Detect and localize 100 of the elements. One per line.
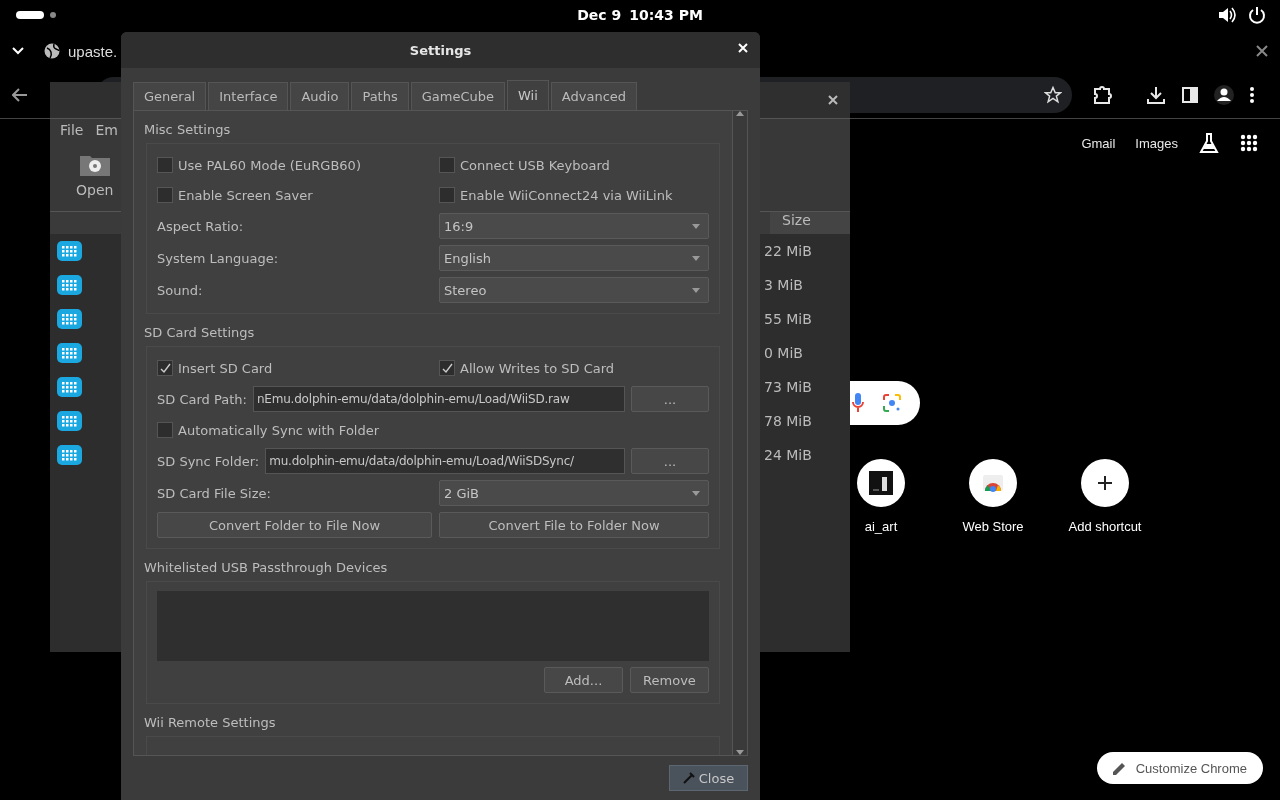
tab[interactable]: Wii <box>507 80 549 110</box>
checkbox[interactable] <box>439 360 455 376</box>
checkbox-label[interactable]: Use PAL60 Mode (EuRGB60) <box>178 157 361 173</box>
menu-item[interactable]: Em <box>95 122 118 138</box>
dropdown[interactable]: English <box>439 245 709 271</box>
dropdown[interactable]: Stereo <box>439 277 709 303</box>
tab[interactable]: Interface <box>208 82 289 110</box>
convert-button[interactable]: Convert File to Folder Now <box>439 512 709 538</box>
group-title: Wii Remote Settings <box>144 714 277 732</box>
field-label: System Language: <box>157 250 280 266</box>
date[interactable]: Dec 9 <box>577 7 622 23</box>
checkbox-label[interactable]: Connect USB Keyboard <box>460 157 610 173</box>
grid-icon <box>57 445 82 465</box>
group-title: SD Card Settings <box>144 324 256 342</box>
column-header[interactable]: Size <box>770 212 850 234</box>
power-icon[interactable] <box>1248 6 1266 24</box>
dropdown-arrow-icon <box>692 223 700 229</box>
field-label: Aspect Ratio: <box>157 218 245 234</box>
chevron-down-icon[interactable] <box>12 47 24 55</box>
dropdown-arrow-icon <box>692 490 700 496</box>
shortcut-label: ai_art <box>864 519 898 534</box>
group-title: Misc Settings <box>144 121 232 139</box>
plus-icon <box>1098 476 1112 490</box>
dropdown[interactable]: 16:9 <box>439 213 709 239</box>
checkbox[interactable] <box>157 360 173 376</box>
checkbox-label[interactable]: Allow Writes to SD Card <box>460 360 615 376</box>
dropdown-arrow-icon <box>692 287 700 293</box>
tool-icon <box>682 772 695 784</box>
sidebar-icon[interactable] <box>1182 87 1198 103</box>
group-title: Whitelisted USB Passthrough Devices <box>144 559 389 577</box>
checkbox-label[interactable]: Enable Screen Saver <box>178 187 313 203</box>
checkbox[interactable] <box>157 157 173 173</box>
checkbox[interactable] <box>157 187 173 203</box>
checkbox-label[interactable]: Automatically Sync with Folder <box>178 422 380 438</box>
checkbox-label[interactable]: Insert SD Card <box>178 360 273 376</box>
grid-icon <box>57 275 82 295</box>
shortcut-label: Web Store <box>962 519 1024 534</box>
path-field[interactable]: mu.dolphin-emu/data/dolphin-emu/Load/WiiSDSync/ <box>265 448 625 474</box>
store-icon <box>982 474 1004 492</box>
shortcut-tile[interactable] <box>1081 459 1129 507</box>
open-button[interactable]: Open <box>70 141 120 211</box>
profile-icon[interactable] <box>1214 85 1234 105</box>
browser-tab[interactable]: upaste. <box>44 42 118 60</box>
shortcut-label: Add shortcut <box>1068 519 1142 534</box>
pencil-icon <box>1112 761 1126 775</box>
browse-button[interactable]: ... <box>631 448 709 474</box>
shortcut-tile[interactable] <box>857 459 905 507</box>
customize-button[interactable]: Customize Chrome <box>1096 752 1263 784</box>
grid-icon <box>57 309 82 329</box>
checkbox[interactable] <box>439 187 455 203</box>
camera-search-icon[interactable] <box>882 393 902 413</box>
window-title: Settings <box>409 42 472 58</box>
star-icon[interactable] <box>1044 86 1062 104</box>
grid-icon <box>57 411 82 431</box>
menu-item[interactable]: File <box>60 122 84 138</box>
tab[interactable]: Audio <box>290 82 350 110</box>
tab[interactable]: Paths <box>351 82 409 110</box>
apps-grid-icon[interactable] <box>1240 134 1258 152</box>
volume-icon[interactable] <box>1218 6 1236 24</box>
checkbox[interactable] <box>157 422 173 438</box>
checkbox-label[interactable]: Enable WiiConnect24 via WiiLink <box>460 187 673 203</box>
flask-icon[interactable] <box>1198 132 1220 154</box>
globe-icon <box>44 43 60 59</box>
puzzle-icon[interactable] <box>1092 85 1112 105</box>
close-icon[interactable] <box>1256 45 1268 57</box>
field-label: Sound: <box>157 282 204 298</box>
browse-button[interactable]: ... <box>631 386 709 412</box>
shortcut-tile[interactable] <box>969 459 1017 507</box>
menu-icon[interactable] <box>1250 87 1254 103</box>
close-icon[interactable] <box>828 95 838 105</box>
field-label: SD Card File Size: <box>157 485 272 501</box>
scrollbar[interactable] <box>732 111 747 755</box>
dropdown-arrow-icon <box>692 255 700 261</box>
dropdown[interactable]: 2 GiB <box>439 480 709 506</box>
scroll-up-icon[interactable] <box>736 111 744 116</box>
size-cell-text: 55 MiB <box>764 311 813 327</box>
tab[interactable]: Advanced <box>550 82 638 110</box>
size-cell-text: 3 MiB <box>764 277 804 293</box>
action-button[interactable]: Add... <box>544 667 623 693</box>
action-button[interactable]: Remove <box>630 667 709 693</box>
path-field[interactable]: nEmu.dolphin-emu/data/dolphin-emu/Load/WiiSD.raw <box>252 386 625 412</box>
size-cell-text: 24 MiB <box>764 447 813 463</box>
field-label: SD Card Path: <box>157 391 247 407</box>
download-icon[interactable] <box>1146 85 1166 105</box>
tab[interactable]: General <box>133 82 207 110</box>
activities-indicator[interactable] <box>16 11 44 19</box>
header-link[interactable]: Gmail <box>1081 135 1116 151</box>
microphone-icon[interactable] <box>852 393 864 413</box>
scroll-down-icon[interactable] <box>736 750 744 755</box>
tab[interactable]: GameCube <box>410 82 505 110</box>
checkbox[interactable] <box>439 157 455 173</box>
back-arrow-icon[interactable] <box>12 88 28 102</box>
size-cell-text: 73 MiB <box>764 379 813 395</box>
size-cell-text: 0 MiB <box>764 345 804 361</box>
grid-icon <box>57 343 82 363</box>
clock[interactable]: 10:43 PM <box>629 7 703 23</box>
convert-button[interactable]: Convert Folder to File Now <box>157 512 432 538</box>
close-button[interactable]: Close <box>669 765 748 791</box>
header-link[interactable]: Images <box>1135 135 1178 151</box>
field-label: SD Sync Folder: <box>157 453 260 469</box>
